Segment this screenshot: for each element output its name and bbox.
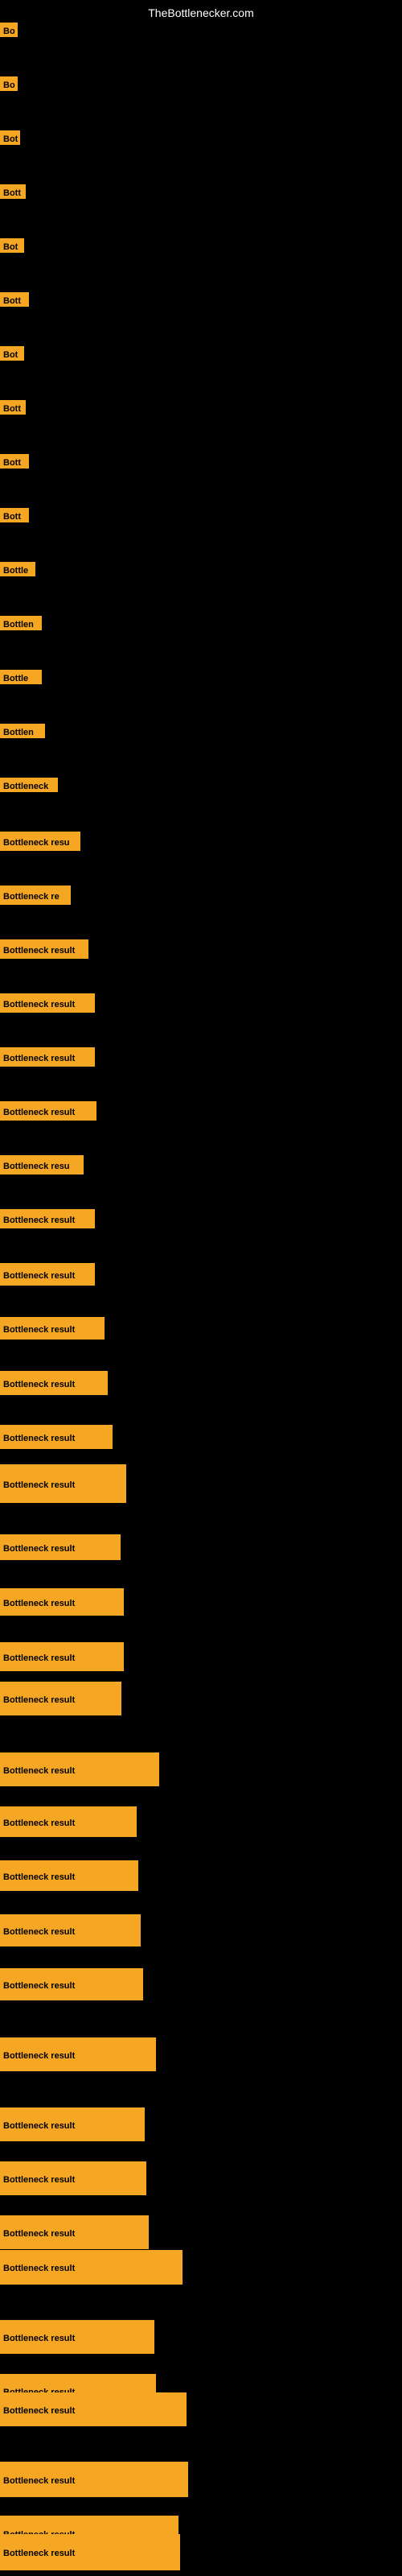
label-text-1: Bo [0,76,18,91]
label-text-38: Bottleneck result [0,2107,145,2141]
bottleneck-label-19: Bottleneck result [0,1047,95,1071]
bottleneck-label-47: Bottleneck result [0,2534,180,2574]
label-text-28: Bottleneck result [0,1534,121,1560]
bottleneck-label-42: Bottleneck result [0,2320,154,2358]
bottleneck-label-20: Bottleneck result [0,1101,96,1125]
label-text-37: Bottleneck result [0,2037,156,2071]
bottleneck-label-4: Bot [0,238,24,257]
label-text-9: Bott [0,508,29,522]
label-text-41: Bottleneck result [0,2250,183,2285]
bottleneck-label-6: Bot [0,346,24,365]
label-text-34: Bottleneck result [0,1860,138,1891]
label-text-15: Bottleneck resu [0,832,80,851]
label-text-24: Bottleneck result [0,1317,105,1340]
bottleneck-label-9: Bott [0,508,29,526]
label-text-39: Bottleneck result [0,2161,146,2195]
site-title: TheBottlenecker.com [148,6,254,19]
label-text-20: Bottleneck result [0,1101,96,1121]
bottleneck-label-45: Bottleneck result [0,2462,188,2501]
bottleneck-label-10: Bottle [0,562,35,580]
label-text-6: Bot [0,346,24,361]
label-text-2: Bot [0,130,20,145]
bottleneck-label-36: Bottleneck result [0,1968,143,2004]
label-text-32: Bottleneck result [0,1752,159,1786]
label-text-13: Bottlen [0,724,45,738]
label-text-47: Bottleneck result [0,2534,180,2570]
label-text-30: Bottleneck result [0,1642,124,1671]
bottleneck-label-35: Bottleneck result [0,1914,141,1951]
bottleneck-label-28: Bottleneck result [0,1534,121,1564]
bottleneck-label-5: Bott [0,292,29,311]
label-text-29: Bottleneck result [0,1588,124,1616]
bottleneck-label-29: Bottleneck result [0,1588,124,1620]
label-text-17: Bottleneck result [0,939,88,959]
label-text-23: Bottleneck result [0,1263,95,1286]
label-text-11: Bottlen [0,616,42,630]
bottleneck-label-15: Bottleneck resu [0,832,80,855]
bottleneck-label-14: Bottleneck [0,778,58,796]
bottleneck-label-18: Bottleneck result [0,993,95,1017]
bottleneck-label-16: Bottleneck re [0,886,71,909]
bottleneck-label-3: Bott [0,184,26,203]
label-text-3: Bott [0,184,26,199]
label-text-22: Bottleneck result [0,1209,95,1228]
bottleneck-label-2: Bot [0,130,20,149]
bottleneck-label-31: Bottleneck result [0,1682,121,1719]
bottleneck-label-39: Bottleneck result [0,2161,146,2199]
bottleneck-label-7: Bott [0,400,26,419]
label-text-18: Bottleneck result [0,993,95,1013]
label-text-0: Bo [0,23,18,37]
bottleneck-label-22: Bottleneck result [0,1209,95,1232]
bottleneck-label-11: Bottlen [0,616,42,634]
label-text-40: Bottleneck result [0,2215,149,2249]
bottleneck-label-27: Bottleneck result [0,1464,126,1507]
label-text-45: Bottleneck result [0,2462,188,2497]
bottleneck-label-1: Bo [0,76,18,95]
bottleneck-label-0: Bo [0,23,18,41]
bottleneck-label-23: Bottleneck result [0,1263,95,1290]
bottleneck-label-37: Bottleneck result [0,2037,156,2075]
label-text-26: Bottleneck result [0,1425,113,1449]
bottleneck-label-25: Bottleneck result [0,1371,108,1399]
label-text-25: Bottleneck result [0,1371,108,1395]
label-text-14: Bottleneck [0,778,58,792]
bottleneck-label-13: Bottlen [0,724,45,742]
bottleneck-label-34: Bottleneck result [0,1860,138,1895]
label-text-8: Bott [0,454,29,469]
label-text-7: Bott [0,400,26,415]
label-text-35: Bottleneck result [0,1914,141,1946]
label-text-31: Bottleneck result [0,1682,121,1715]
bottleneck-label-26: Bottleneck result [0,1425,113,1453]
bottleneck-label-8: Bott [0,454,29,473]
bottleneck-label-33: Bottleneck result [0,1806,137,1841]
bottleneck-label-21: Bottleneck resu [0,1155,84,1179]
label-text-44: Bottleneck result [0,2392,187,2426]
label-text-12: Bottle [0,670,42,684]
label-text-36: Bottleneck result [0,1968,143,2000]
bottleneck-label-32: Bottleneck result [0,1752,159,1790]
bottleneck-label-38: Bottleneck result [0,2107,145,2145]
label-text-42: Bottleneck result [0,2320,154,2354]
label-text-27: Bottleneck result [0,1464,126,1503]
bottleneck-label-30: Bottleneck result [0,1642,124,1675]
bottleneck-label-12: Bottle [0,670,42,688]
bottleneck-label-40: Bottleneck result [0,2215,149,2253]
label-text-33: Bottleneck result [0,1806,137,1837]
bottleneck-label-17: Bottleneck result [0,939,88,963]
label-text-4: Bot [0,238,24,253]
label-text-16: Bottleneck re [0,886,71,905]
bottleneck-label-24: Bottleneck result [0,1317,105,1344]
label-text-5: Bott [0,292,29,307]
bottleneck-label-41: Bottleneck result [0,2250,183,2289]
label-text-21: Bottleneck resu [0,1155,84,1174]
bottleneck-label-44: Bottleneck result [0,2392,187,2430]
label-text-10: Bottle [0,562,35,576]
label-text-19: Bottleneck result [0,1047,95,1067]
